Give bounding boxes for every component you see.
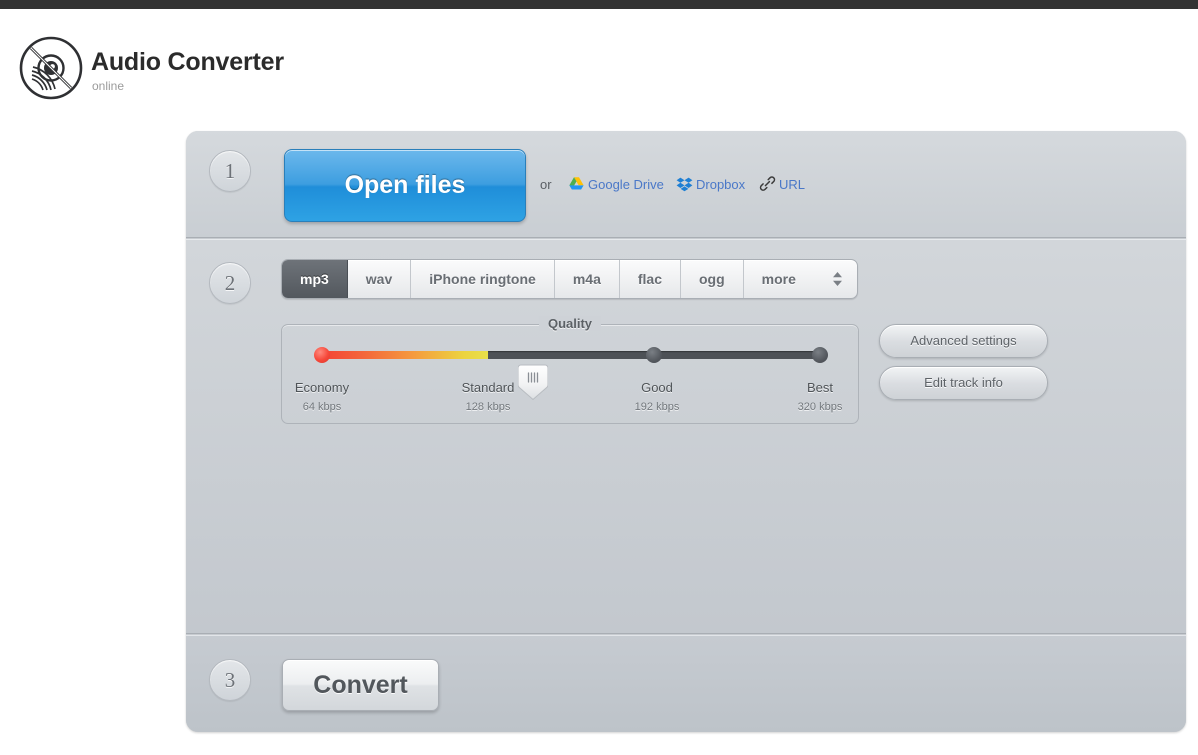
- page-subtitle: online: [92, 79, 125, 93]
- dropbox-icon: [676, 175, 693, 192]
- step-number-1: 1: [209, 150, 251, 192]
- link-chain-icon: [759, 175, 776, 192]
- quality-label-best: Best: [806, 380, 833, 395]
- brand-title-group: Audio Converter online: [91, 47, 284, 94]
- advanced-settings-button[interactable]: Advanced settings: [879, 324, 1048, 358]
- url-label: URL: [779, 177, 806, 192]
- url-link[interactable]: URL: [759, 175, 806, 192]
- tab-ogg[interactable]: ogg: [681, 260, 744, 298]
- quality-stop-economy[interactable]: [314, 347, 330, 363]
- dropbox-link[interactable]: Dropbox: [676, 177, 745, 192]
- chevron-up-down-icon[interactable]: [832, 271, 843, 287]
- dropbox-label: Dropbox: [696, 177, 746, 192]
- format-tabs[interactable]: mp3 wav iPhone ringtone m4a flac ogg mor…: [281, 259, 858, 299]
- tab-iphone-ringtone[interactable]: iPhone ringtone: [411, 260, 555, 298]
- quality-label-standard: Standard: [461, 380, 515, 395]
- tab-flac[interactable]: flac: [620, 260, 681, 298]
- top-dark-bar: [0, 0, 1198, 9]
- quality-legend: Quality: [538, 316, 602, 331]
- quality-fieldset: Quality Economy 64 kbps Standard 128 kbp…: [281, 316, 859, 424]
- step-number-2: 2: [209, 262, 251, 304]
- tab-wav[interactable]: wav: [348, 260, 412, 298]
- tab-mp3[interactable]: mp3: [282, 260, 348, 298]
- edit-track-info-button[interactable]: Edit track info: [879, 366, 1048, 400]
- tab-m4a[interactable]: m4a: [555, 260, 620, 298]
- step-number-3: 3: [209, 659, 251, 701]
- page-header: Audio Converter online: [0, 9, 1198, 129]
- quality-bitrate-good: 192 kbps: [634, 401, 680, 413]
- quality-stop-best[interactable]: [812, 347, 828, 363]
- quality-bitrate-standard: 128 kbps: [465, 401, 511, 413]
- quality-label-economy: Economy: [294, 380, 350, 395]
- tab-more-label: more: [761, 271, 796, 287]
- quality-stop-good[interactable]: [646, 347, 662, 363]
- or-label: or: [540, 177, 552, 192]
- page-title: Audio Converter: [91, 48, 284, 76]
- google-drive-icon: [568, 175, 585, 192]
- google-drive-label: Google Drive: [588, 177, 664, 192]
- quality-slider-fill: [322, 351, 488, 359]
- convert-button[interactable]: Convert: [282, 659, 439, 711]
- quality-bitrate-economy: 64 kbps: [302, 401, 342, 413]
- quality-label-good: Good: [641, 380, 673, 395]
- tab-more[interactable]: more: [744, 260, 857, 298]
- quality-slider-track[interactable]: [314, 347, 828, 401]
- google-drive-link[interactable]: Google Drive: [568, 177, 664, 192]
- vinyl-record-icon: [18, 35, 84, 101]
- open-files-button[interactable]: Open files: [284, 149, 526, 222]
- quality-bitrate-best: 320 kbps: [797, 401, 843, 413]
